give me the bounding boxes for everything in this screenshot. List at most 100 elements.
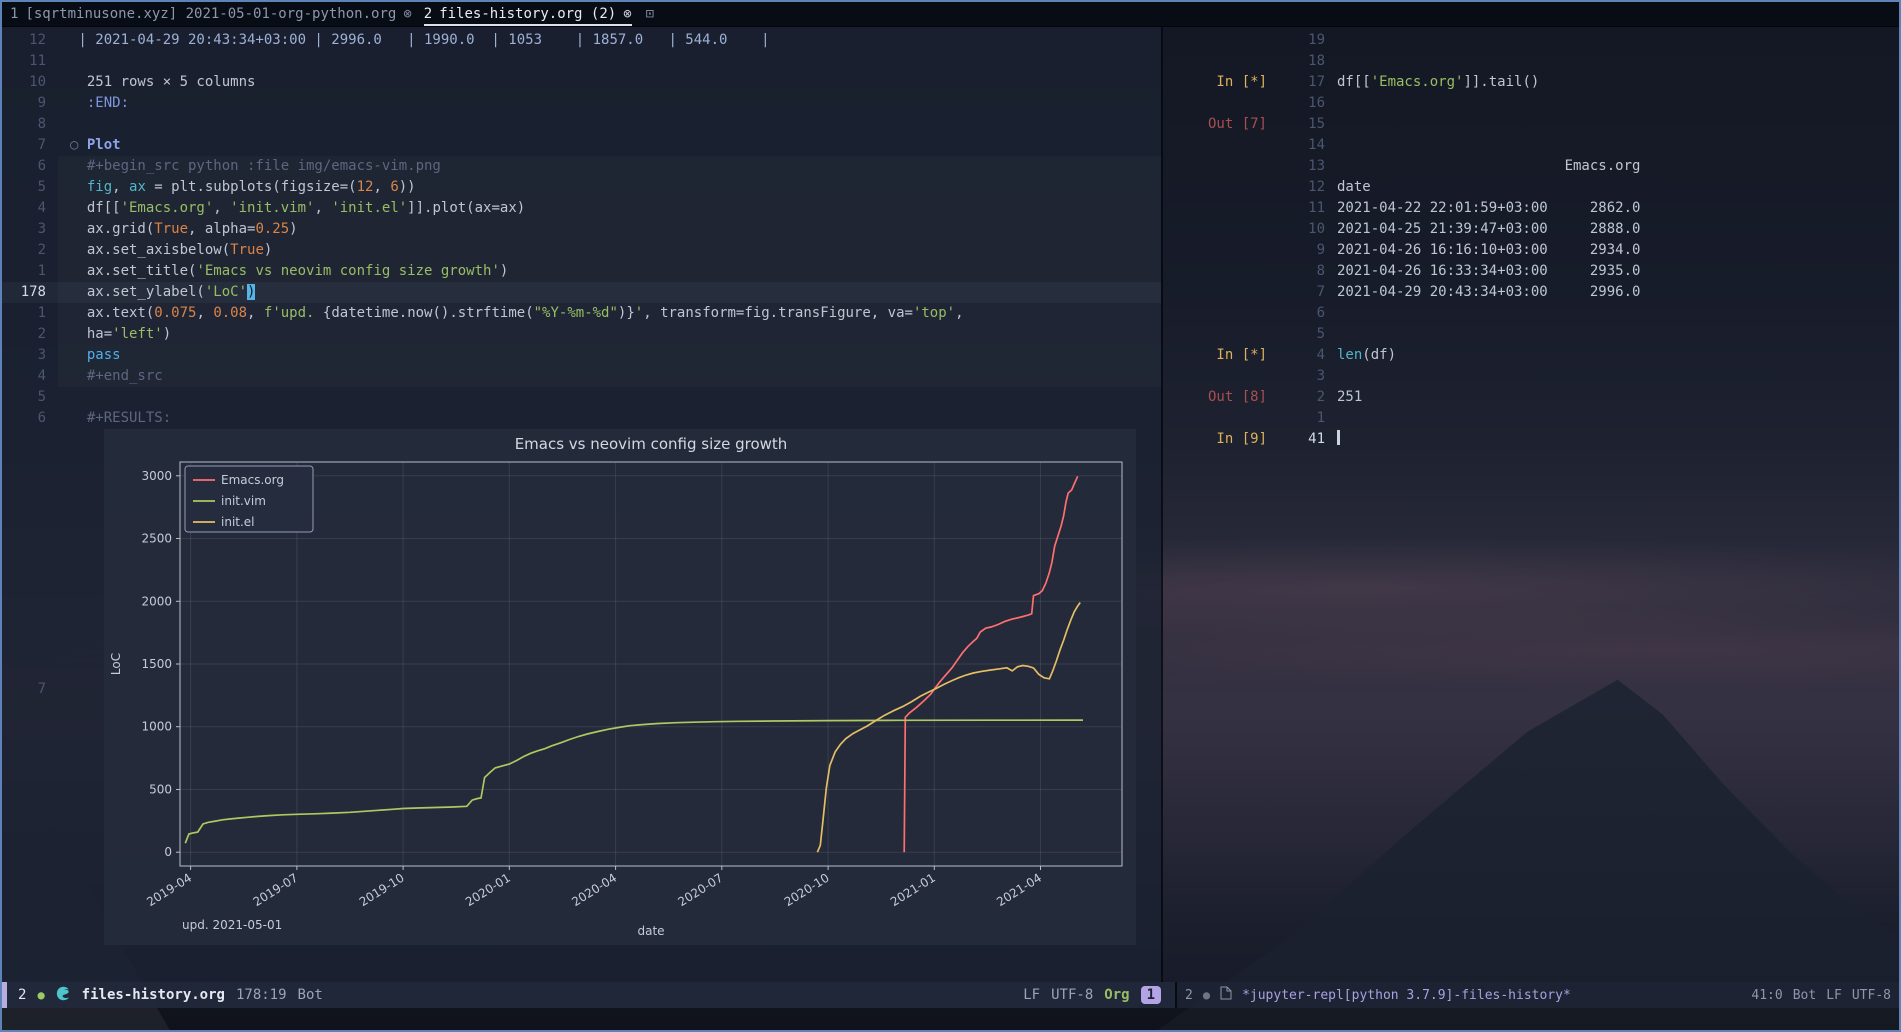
editor-line[interactable]: 9 :END: <box>2 93 1161 114</box>
emacs-icon <box>56 986 71 1005</box>
repl-line[interactable]: In [*]4len(df) <box>1163 345 1899 366</box>
editor-line[interactable]: 2 ha='left') <box>2 324 1161 345</box>
editor-line[interactable]: 5 <box>2 387 1161 408</box>
cursor-position: 178:19 <box>236 987 287 1003</box>
svg-text:2000: 2000 <box>141 594 172 608</box>
repl-line[interactable]: Out [7]15 <box>1163 114 1899 135</box>
eol-indicator: LF <box>1023 987 1040 1003</box>
tab-bar: 1[sqrtminusone.xyz] 2021-05-01-org-pytho… <box>2 2 1899 27</box>
tab-number: 1 <box>10 2 18 26</box>
editor-line[interactable]: 178 ax.set_ylabel('LoC') <box>2 282 1161 303</box>
repl-line[interactable]: 102021-04-25 21:39:47+03:00 2888.0 <box>1163 219 1899 240</box>
line-number: 10 <box>1267 219 1325 240</box>
repl-line[interactable]: 19 <box>1163 30 1899 51</box>
workspace-badge: 1 <box>1141 986 1161 1004</box>
repl-prompt-empty <box>1163 366 1267 387</box>
editor-line[interactable]: 11 <box>2 51 1161 72</box>
svg-text:2500: 2500 <box>141 532 172 546</box>
buffer-status-dot: ● <box>37 988 44 1002</box>
editor-line[interactable]: 3 pass <box>2 345 1161 366</box>
repl-line[interactable]: 16 <box>1163 93 1899 114</box>
repl-line[interactable]: 6 <box>1163 303 1899 324</box>
editor-line[interactable]: 1 ax.text(0.075, 0.08, f'upd. {datetime.… <box>2 303 1161 324</box>
window-number-right: 2 <box>1185 988 1193 1003</box>
repl-line[interactable]: 18 <box>1163 51 1899 72</box>
editor-line[interactable]: 4 df[['Emacs.org', 'init.vim', 'init.el'… <box>2 198 1161 219</box>
document-icon <box>1220 986 1232 1004</box>
line-number: 12 <box>2 30 58 51</box>
line-number: 15 <box>1267 114 1325 135</box>
tab-close-icon[interactable]: ⊗ <box>403 2 411 26</box>
line-number: 7 <box>1267 282 1325 303</box>
repl-line[interactable]: 92021-04-26 16:16:10+03:00 2934.0 <box>1163 240 1899 261</box>
svg-text:1500: 1500 <box>141 657 172 671</box>
repl-prompt-empty <box>1163 30 1267 51</box>
repl-line[interactable]: In [9]41 <box>1163 429 1899 450</box>
repl-line[interactable]: 112021-04-22 22:01:59+03:00 2862.0 <box>1163 198 1899 219</box>
repl-line[interactable]: 82021-04-26 16:33:34+03:00 2935.0 <box>1163 261 1899 282</box>
major-mode[interactable]: Org <box>1104 987 1129 1003</box>
editor-line[interactable]: 10 251 rows × 5 columns <box>2 72 1161 93</box>
line-number: 11 <box>1267 198 1325 219</box>
repl-line[interactable]: 13 Emacs.org <box>1163 156 1899 177</box>
editor-line[interactable]: 5 fig, ax = plt.subplots(figsize=(12, 6)… <box>2 177 1161 198</box>
editor-line[interactable]: 4 #+end_src <box>2 366 1161 387</box>
line-number: 4 <box>1267 345 1325 366</box>
tab-2[interactable]: 2files-history.org (2)⊗ <box>424 2 632 26</box>
svg-text:2020-01: 2020-01 <box>463 871 513 909</box>
encoding-indicator: UTF-8 <box>1051 987 1093 1003</box>
svg-text:2019-04: 2019-04 <box>144 871 194 909</box>
editor-line[interactable]: 6 #+RESULTS: <box>2 408 1161 429</box>
svg-text:0: 0 <box>164 845 172 859</box>
editor-line[interactable]: 7○ Plot <box>2 135 1161 156</box>
line-number: 6 <box>2 156 58 177</box>
repl-lines: 1918In [*]17df[['Emacs.org']].tail()16Ou… <box>1163 26 1899 450</box>
line-number: 1 <box>2 303 58 324</box>
buffer-name[interactable]: files-history.org <box>82 987 225 1003</box>
line-number: 41 <box>1267 429 1325 450</box>
line-number: 18 <box>1267 51 1325 72</box>
repl-cursor <box>1337 430 1340 445</box>
line-number: 5 <box>2 177 58 198</box>
svg-text:2019-10: 2019-10 <box>357 871 407 909</box>
repl-line[interactable]: In [*]17df[['Emacs.org']].tail() <box>1163 72 1899 93</box>
svg-text:init.vim: init.vim <box>221 494 266 508</box>
editor-line[interactable]: 3 ax.grid(True, alpha=0.25) <box>2 219 1161 240</box>
tab-close-icon[interactable]: ⊗ <box>623 2 631 26</box>
editor-line[interactable]: 2 ax.set_axisbelow(True) <box>2 240 1161 261</box>
repl-buffer-name[interactable]: *jupyter-repl[python 3.7.9]-files-histor… <box>1242 988 1571 1003</box>
line-number: 4 <box>2 366 58 387</box>
results-plot-svg: 0500100015002000250030002019-042019-0720… <box>104 429 1136 945</box>
svg-text:2021-01: 2021-01 <box>888 871 938 909</box>
line-number: 5 <box>2 387 58 408</box>
repl-out-prompt: Out [7] <box>1163 114 1267 135</box>
repl-line[interactable]: 12date <box>1163 177 1899 198</box>
repl-prompt-empty <box>1163 93 1267 114</box>
repl-line[interactable]: 72021-04-29 20:43:34+03:00 2996.0 <box>1163 282 1899 303</box>
repl-line[interactable]: Out [8]2251 <box>1163 387 1899 408</box>
editor-line[interactable]: 12 | 2021-04-29 20:43:34+03:00 | 2996.0 … <box>2 30 1161 51</box>
new-tab-icon[interactable]: ⊡ <box>646 6 654 22</box>
repl-prompt-empty <box>1163 51 1267 72</box>
org-buffer-window[interactable]: 12 | 2021-04-29 20:43:34+03:00 | 2996.0 … <box>2 26 1161 982</box>
repl-prompt-empty <box>1163 261 1267 282</box>
svg-text:LoC: LoC <box>109 653 123 675</box>
repl-in-prompt: In [*] <box>1163 345 1267 366</box>
svg-text:2020-04: 2020-04 <box>569 871 619 909</box>
line-number: 17 <box>1267 72 1325 93</box>
tab-1[interactable]: 1[sqrtminusone.xyz] 2021-05-01-org-pytho… <box>10 2 412 26</box>
line-number: 7 <box>2 135 58 156</box>
repl-line[interactable]: 5 <box>1163 324 1899 345</box>
repl-line[interactable]: 14 <box>1163 135 1899 156</box>
repl-prompt-empty <box>1163 282 1267 303</box>
repl-line[interactable]: 3 <box>1163 366 1899 387</box>
editor-line[interactable]: 8 <box>2 114 1161 135</box>
line-number: 14 <box>1267 135 1325 156</box>
repl-prompt-empty <box>1163 198 1267 219</box>
jupyter-repl-window[interactable]: 1918In [*]17df[['Emacs.org']].tail()16Ou… <box>1163 26 1899 982</box>
repl-prompt-empty <box>1163 156 1267 177</box>
repl-line[interactable]: 1 <box>1163 408 1899 429</box>
window-number-left: 2 <box>18 987 26 1003</box>
editor-line[interactable]: 1 ax.set_title('Emacs vs neovim config s… <box>2 261 1161 282</box>
editor-line[interactable]: 6 #+begin_src python :file img/emacs-vim… <box>2 156 1161 177</box>
